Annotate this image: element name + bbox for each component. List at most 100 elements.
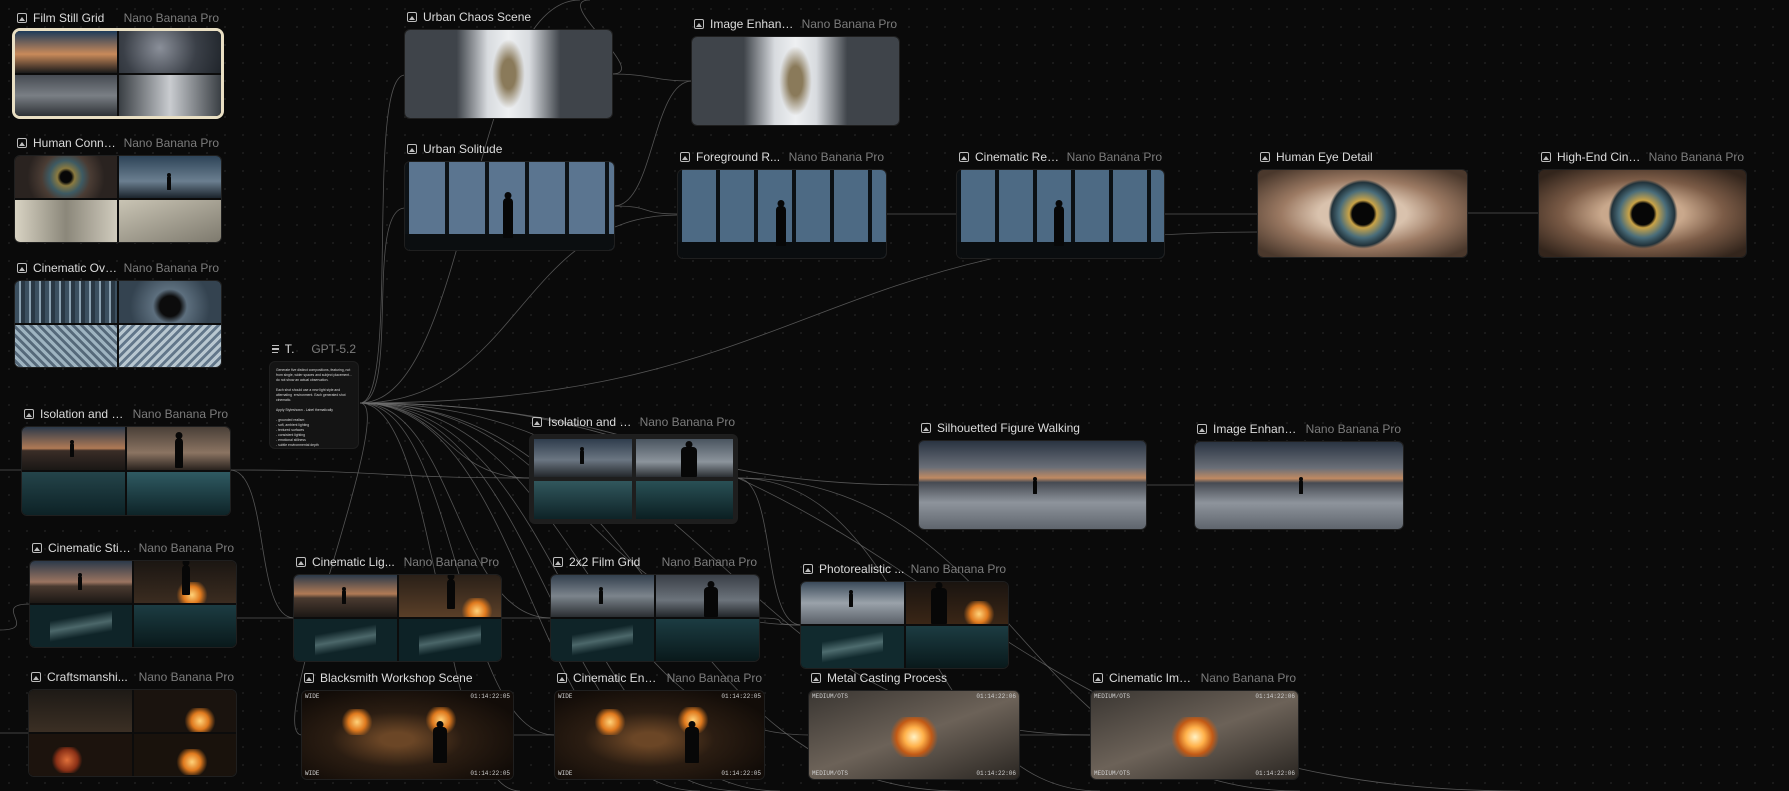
shot-type-label: MEDIUM/OTS: [1094, 693, 1131, 700]
timecode-label: 01:14:22:06: [1255, 770, 1295, 777]
node-film-grid-2x2[interactable]: 2x2 Film Grid Nano Banana Pro: [551, 555, 759, 661]
node-high-end-cine[interactable]: High-End Cine... Nano Banana Pro: [1539, 150, 1746, 257]
node-silhouetted-figure[interactable]: Silhouetted Figure Walking: [919, 421, 1146, 529]
shot-type-label: WIDE: [558, 693, 573, 700]
image-icon: [694, 19, 704, 29]
node-image-enhance-2[interactable]: Image Enhanc... Nano Banana Pro: [1195, 422, 1403, 529]
image-icon: [680, 152, 690, 162]
connection-wire: [229, 469, 531, 479]
image-icon: [959, 152, 969, 162]
node-craftsmanship[interactable]: Craftsmanshi... Nano Banana Pro: [29, 670, 236, 776]
shot-type-label: WIDE: [558, 770, 573, 777]
node-cinematic-res[interactable]: Cinematic Res... Nano Banana Pro: [957, 150, 1164, 258]
node-model: Nano Banana Pro: [910, 562, 1006, 576]
node-preview[interactable]: [29, 690, 236, 776]
node-human-eye-detail[interactable]: Human Eye Detail: [1258, 150, 1467, 257]
connection-wire: [611, 73, 693, 82]
node-preview[interactable]: [22, 427, 230, 515]
node-title: Cinematic Res...: [975, 150, 1061, 164]
node-preview[interactable]: WIDE 01:14:22:05 WIDE 01:14:22:05: [302, 691, 513, 779]
node-title: Isolation and L...: [40, 407, 127, 421]
node-film-still-grid[interactable]: Film Still Grid Nano Banana Pro: [15, 11, 221, 116]
timecode-label: 01:14:22:06: [976, 693, 1016, 700]
connection-wire: [613, 205, 679, 215]
node-title: Cinematic Ove...: [33, 261, 118, 275]
node-preview[interactable]: [801, 582, 1008, 668]
node-preview[interactable]: Generate five distinct compositions, fea…: [270, 362, 358, 448]
node-title: Craftsmanshi...: [47, 670, 128, 684]
node-preview[interactable]: [1539, 170, 1746, 257]
shot-type-label: MEDIUM/OTS: [812, 693, 849, 700]
shot-type-label: WIDE: [305, 770, 320, 777]
node-preview[interactable]: [294, 575, 501, 661]
node-model: Nano Banana Pro: [403, 555, 499, 569]
node-title: Metal Casting Process: [827, 671, 948, 685]
node-model: Nano Banana Pro: [123, 261, 219, 275]
node-canvas[interactable]: Film Still Grid Nano Banana Pro Human Co…: [0, 0, 1789, 791]
node-title: Cinematic Still...: [48, 541, 133, 555]
node-preview[interactable]: [1195, 442, 1403, 529]
node-preview[interactable]: WIDE 01:14:22:05 WIDE 01:14:22:05: [555, 691, 764, 779]
node-preview[interactable]: [405, 30, 612, 118]
node-preview[interactable]: [919, 441, 1146, 529]
node-preview[interactable]: [15, 281, 221, 367]
image-icon: [407, 144, 417, 154]
node-title: Blacksmith Workshop Scene: [320, 671, 473, 685]
node-metal-casting[interactable]: Metal Casting Process MEDIUM/OTS 01:14:2…: [809, 671, 1019, 779]
node-text-prompt[interactable]: T... GPT-5.2 Generate five distinct comp…: [270, 342, 358, 448]
node-photorealistic[interactable]: Photorealistic ... Nano Banana Pro: [801, 562, 1008, 668]
image-icon: [803, 564, 813, 574]
connection-wire: [359, 402, 531, 479]
image-icon: [24, 409, 34, 419]
node-urban-solitude[interactable]: Urban Solitude: [405, 142, 614, 250]
node-cinematic-lig[interactable]: Cinematic Lig... Nano Banana Pro: [294, 555, 501, 661]
node-human-connection[interactable]: Human Conne... Nano Banana Pro: [15, 136, 221, 242]
node-cinematic-ima[interactable]: Cinematic Ima... Nano Banana Pro MEDIUM/…: [1091, 671, 1298, 779]
node-title: Human Conne...: [33, 136, 118, 150]
timecode-label: 01:14:22:06: [976, 770, 1016, 777]
prompt-text: Generate five distinct compositions, fea…: [276, 368, 352, 447]
node-cinematic-enh[interactable]: Cinematic Enh... Nano Banana Pro WIDE 01…: [555, 671, 764, 779]
connection-wire: [359, 207, 406, 404]
node-title: Cinematic Lig...: [312, 555, 395, 569]
node-preview[interactable]: [1258, 170, 1467, 257]
node-model: Nano Banana Pro: [639, 415, 735, 429]
node-preview[interactable]: [957, 170, 1164, 258]
connection-wire: [229, 469, 295, 619]
node-preview[interactable]: [551, 575, 759, 661]
node-foreground-r[interactable]: Foreground R... Nano Banana Pro: [678, 150, 886, 258]
node-model: Nano Banana Pro: [123, 136, 219, 150]
node-preview[interactable]: [530, 435, 737, 523]
image-icon: [553, 557, 563, 567]
image-icon: [1093, 673, 1103, 683]
node-title: Cinematic Ima...: [1109, 671, 1195, 685]
node-preview[interactable]: [15, 31, 221, 116]
node-preview[interactable]: MEDIUM/OTS 01:14:22:06 MEDIUM/OTS 01:14:…: [809, 691, 1019, 779]
node-isolation-1[interactable]: Isolation and L... Nano Banana Pro: [22, 407, 230, 515]
node-preview[interactable]: [30, 561, 236, 647]
image-icon: [811, 673, 821, 683]
node-model: Nano Banana Pro: [661, 555, 757, 569]
node-urban-chaos-scene[interactable]: Urban Chaos Scene: [405, 10, 612, 118]
node-model: Nano Banana Pro: [1648, 150, 1744, 164]
node-title: Film Still Grid: [33, 11, 105, 25]
node-title: Image Enhanc...: [1213, 422, 1300, 436]
node-preview[interactable]: [405, 162, 614, 250]
connection-wire: [359, 74, 406, 404]
node-preview[interactable]: [678, 170, 886, 258]
node-preview[interactable]: MEDIUM/OTS 01:14:22:06 MEDIUM/OTS 01:14:…: [1091, 691, 1298, 779]
node-title: High-End Cine...: [1557, 150, 1643, 164]
node-cinematic-still[interactable]: Cinematic Still... Nano Banana Pro: [30, 541, 236, 647]
image-icon: [1197, 424, 1207, 434]
node-model: Nano Banana Pro: [123, 11, 219, 25]
node-title: Image Enhanc...: [710, 17, 796, 31]
node-preview[interactable]: [15, 156, 221, 242]
node-image-enhance-1[interactable]: Image Enhanc... Nano Banana Pro: [692, 17, 899, 125]
timecode-label: 01:14:22:05: [470, 770, 510, 777]
node-isolation-2[interactable]: Isolation and L... Nano Banana Pro: [530, 415, 737, 523]
node-blacksmith-workshop[interactable]: Blacksmith Workshop Scene WIDE 01:14:22:…: [302, 671, 513, 779]
node-preview[interactable]: [692, 37, 899, 125]
connection-wire: [758, 617, 802, 626]
timecode-label: 01:14:22:06: [1255, 693, 1295, 700]
node-cinematic-overview[interactable]: Cinematic Ove... Nano Banana Pro: [15, 261, 221, 367]
